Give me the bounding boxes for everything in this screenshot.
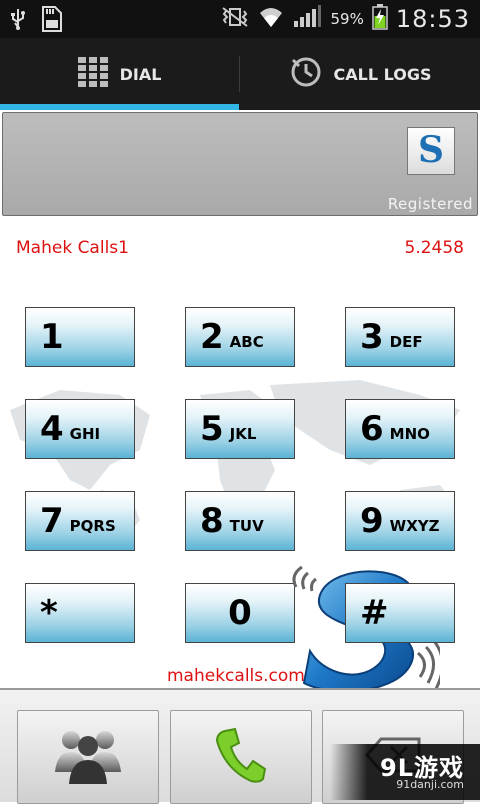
app-logo-button[interactable]: S — [407, 127, 455, 175]
key-digit: 9 — [360, 501, 384, 541]
key-letters: PQRS — [69, 517, 116, 535]
contacts-button[interactable] — [17, 710, 159, 804]
key-digit: 4 — [40, 409, 64, 449]
tab-call-logs-label: CALL LOGS — [333, 64, 432, 84]
tab-divider — [239, 56, 240, 92]
key-1[interactable]: 1 — [25, 307, 135, 367]
key-8[interactable]: 8 TUV — [185, 491, 295, 551]
signal-icon — [292, 5, 322, 33]
status-bar-left — [10, 6, 62, 36]
registration-status: Registered — [387, 195, 473, 213]
app-logo-icon: S — [411, 129, 451, 173]
clock: 18:53 — [395, 5, 470, 33]
watermark: 9L游戏 91danji.com — [330, 744, 480, 800]
svg-text:S: S — [418, 129, 444, 169]
key-letters: DEF — [389, 333, 423, 351]
key-7[interactable]: 7 PQRS — [25, 491, 135, 551]
key-letters: TUV — [229, 517, 264, 535]
contacts-icon — [51, 724, 125, 790]
wifi-icon — [258, 5, 284, 33]
key-digit: # — [360, 593, 389, 633]
key-2[interactable]: 2 ABC — [185, 307, 295, 367]
key-0[interactable]: 0 — [185, 583, 295, 643]
watermark-url: 91danji.com — [396, 778, 464, 791]
key-letters: ABC — [229, 333, 264, 351]
account-name: Mahek Calls1 — [16, 238, 129, 258]
battery-percent: 59% — [330, 10, 364, 28]
key-letters: JKL — [229, 425, 257, 443]
usb-icon — [10, 7, 26, 35]
battery-charging-icon — [372, 4, 388, 34]
key-hash[interactable]: # — [345, 583, 455, 643]
key-letters: GHI — [69, 425, 101, 443]
tab-dial[interactable]: DIAL — [0, 38, 239, 110]
key-letters: WXYZ — [389, 517, 440, 535]
dialpad-icon — [77, 57, 108, 91]
call-icon — [213, 725, 269, 789]
key-5[interactable]: 5 JKL — [185, 399, 295, 459]
call-button[interactable] — [170, 710, 312, 804]
status-bar-right: 59% 18:53 — [220, 4, 470, 34]
vibrate-icon — [220, 5, 250, 33]
key-digit: 2 — [200, 317, 224, 357]
tab-call-logs[interactable]: CALL LOGS — [241, 38, 480, 110]
tab-dial-label: DIAL — [119, 64, 162, 84]
key-letters: MNO — [389, 425, 430, 443]
key-4[interactable]: 4 GHI — [25, 399, 135, 459]
key-6[interactable]: 6 MNO — [345, 399, 455, 459]
number-display[interactable]: S Registered — [2, 112, 478, 216]
key-digit: 0 — [228, 593, 252, 633]
key-digit: 3 — [360, 317, 384, 357]
sd-card-icon — [40, 6, 62, 36]
tab-bar: DIAL CALL LOGS — [0, 38, 480, 110]
key-9[interactable]: 9 WXYZ — [345, 491, 455, 551]
key-star[interactable]: * — [25, 583, 135, 643]
key-digit: 8 — [200, 501, 224, 541]
key-digit: 7 — [40, 501, 64, 541]
account-balance: 5.2458 — [404, 238, 464, 258]
key-digit: 6 — [360, 409, 384, 449]
tab-selected-indicator — [0, 104, 239, 110]
website-label: mahekcalls.com — [167, 666, 305, 686]
status-bar: 59% 18:53 — [0, 0, 480, 38]
key-digit: 1 — [40, 317, 64, 357]
key-digit: * — [40, 593, 58, 633]
call-logs-icon — [290, 56, 322, 92]
key-3[interactable]: 3 DEF — [345, 307, 455, 367]
key-digit: 5 — [200, 409, 224, 449]
